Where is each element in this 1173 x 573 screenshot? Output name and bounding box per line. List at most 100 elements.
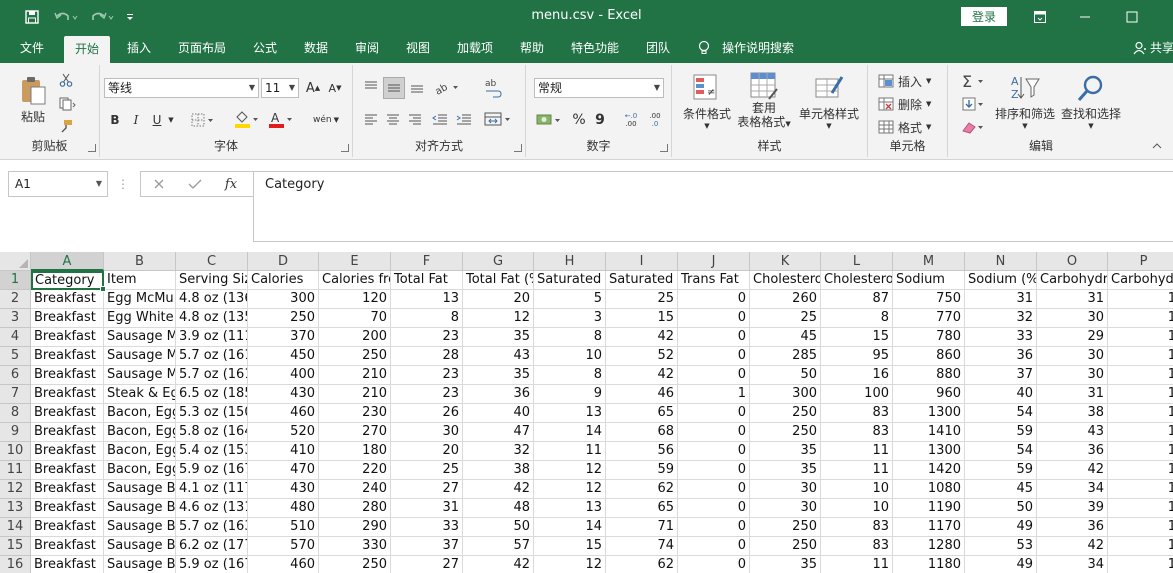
table-cell[interactable]: 13 (391, 290, 463, 309)
table-cell[interactable]: 210 (319, 385, 391, 404)
table-cell[interactable]: 1 (1108, 518, 1173, 537)
table-cell[interactable]: 54 (965, 442, 1037, 461)
table-cell[interactable]: 14 (534, 518, 606, 537)
table-cell[interactable]: 1 (1108, 442, 1173, 461)
find-select-button[interactable]: 查找和选择 ▼ (1060, 69, 1122, 133)
table-cell[interactable]: 8 (391, 309, 463, 328)
table-cell[interactable]: 180 (319, 442, 391, 461)
table-cell[interactable]: 230 (319, 404, 391, 423)
table-cell[interactable]: Carbohydr (1037, 271, 1108, 290)
table-cell[interactable]: 87 (821, 290, 893, 309)
table-cell[interactable]: 1 (1108, 556, 1173, 573)
table-cell[interactable]: 40 (965, 385, 1037, 404)
table-cell[interactable]: Breakfast (31, 309, 104, 328)
align-center-icon[interactable] (383, 109, 403, 129)
tell-me-search[interactable]: 操作说明搜索 (698, 33, 794, 63)
table-cell[interactable]: 42 (1037, 537, 1108, 556)
table-cell[interactable]: 1180 (893, 556, 965, 573)
table-cell[interactable]: 1300 (893, 442, 965, 461)
table-cell[interactable]: 31 (391, 499, 463, 518)
table-cell[interactable]: 450 (248, 347, 319, 366)
table-cell[interactable]: 470 (248, 461, 319, 480)
cancel-entry-icon[interactable] (141, 172, 177, 196)
table-cell[interactable]: 20 (391, 442, 463, 461)
number-format-select[interactable]: 常规 ▼ (534, 78, 664, 98)
table-cell[interactable]: 1 (1108, 366, 1173, 385)
minimize-icon[interactable] (1073, 6, 1097, 28)
clear-icon[interactable] (958, 117, 990, 137)
table-cell[interactable]: 250 (248, 309, 319, 328)
row-header[interactable]: 4 (0, 328, 31, 347)
name-box[interactable]: A1 ▼ (8, 171, 108, 197)
table-cell[interactable]: 1420 (893, 461, 965, 480)
table-cell[interactable]: 15 (534, 537, 606, 556)
table-cell[interactable]: 83 (821, 537, 893, 556)
table-cell[interactable]: 1 (1108, 404, 1173, 423)
wrap-text-icon[interactable]: ab (481, 75, 505, 101)
ribbon-display-options-icon[interactable] (1028, 6, 1052, 28)
table-cell[interactable]: 120 (319, 290, 391, 309)
table-cell[interactable]: 0 (678, 366, 750, 385)
table-cell[interactable]: 400 (248, 366, 319, 385)
table-cell[interactable]: 12 (534, 556, 606, 573)
table-cell[interactable]: 23 (391, 366, 463, 385)
table-cell[interactable]: Sausage Bi (104, 556, 176, 573)
table-cell[interactable]: 20 (463, 290, 534, 309)
align-right-icon[interactable] (405, 109, 425, 129)
spreadsheet-grid[interactable]: A B C D E F G H I J K L M N O P 1 Category Item Serving Siz… (0, 252, 1173, 573)
font-launcher-icon[interactable] (341, 144, 349, 152)
table-cell[interactable]: 49 (965, 556, 1037, 573)
table-cell[interactable]: Serving Siz (176, 271, 248, 290)
table-cell[interactable]: 12 (534, 461, 606, 480)
cut-icon[interactable] (56, 71, 76, 89)
table-cell[interactable]: 250 (750, 423, 821, 442)
table-cell[interactable]: 1 (1108, 309, 1173, 328)
table-cell[interactable]: 770 (893, 309, 965, 328)
align-left-icon[interactable] (361, 109, 381, 129)
table-cell[interactable]: 250 (750, 518, 821, 537)
column-header-h[interactable]: H (534, 252, 606, 271)
table-cell[interactable]: Breakfast (31, 366, 104, 385)
format-painter-icon[interactable] (56, 117, 76, 135)
table-cell[interactable]: 35 (463, 366, 534, 385)
table-cell[interactable]: 10 (534, 347, 606, 366)
table-cell[interactable]: 270 (319, 423, 391, 442)
table-cell[interactable]: 35 (750, 461, 821, 480)
table-cell[interactable]: 285 (750, 347, 821, 366)
table-cell[interactable]: Breakfast (31, 404, 104, 423)
table-cell[interactable]: 83 (821, 518, 893, 537)
table-cell[interactable]: 23 (391, 328, 463, 347)
table-cell[interactable]: Sodium (893, 271, 965, 290)
table-cell[interactable]: 36 (965, 347, 1037, 366)
table-cell[interactable]: 0 (678, 537, 750, 556)
row-header[interactable]: 11 (0, 461, 31, 480)
table-cell[interactable]: 0 (678, 328, 750, 347)
table-cell[interactable]: 0 (678, 461, 750, 480)
maximize-icon[interactable] (1120, 6, 1144, 28)
table-cell[interactable]: Breakfast (31, 556, 104, 573)
column-header-b[interactable]: B (104, 252, 176, 271)
table-cell[interactable]: 59 (965, 461, 1037, 480)
decrease-indent-icon[interactable] (429, 109, 451, 129)
tab-home[interactable]: 开始 (64, 36, 111, 63)
undo-icon[interactable] (50, 6, 82, 28)
table-cell[interactable]: 12 (463, 309, 534, 328)
table-cell[interactable]: 11 (821, 442, 893, 461)
table-cell[interactable]: 45 (750, 328, 821, 347)
number-launcher-icon[interactable] (660, 144, 668, 152)
grow-font-button[interactable]: A ▲ (304, 78, 322, 98)
table-cell[interactable]: 29 (1037, 328, 1108, 347)
table-cell[interactable]: 200 (319, 328, 391, 347)
table-cell[interactable]: 860 (893, 347, 965, 366)
table-cell[interactable]: Sausage M (104, 328, 176, 347)
table-cell[interactable]: 50 (750, 366, 821, 385)
table-cell[interactable]: 42 (463, 556, 534, 573)
table-cell[interactable]: 460 (248, 404, 319, 423)
tab-team[interactable]: 团队 (646, 33, 670, 63)
table-cell[interactable]: Sausage Bi (104, 499, 176, 518)
table-cell[interactable]: 42 (463, 480, 534, 499)
table-cell[interactable]: 40 (463, 404, 534, 423)
table-cell[interactable]: 57 (463, 537, 534, 556)
increase-indent-icon[interactable] (453, 109, 475, 129)
table-cell[interactable]: 71 (606, 518, 678, 537)
